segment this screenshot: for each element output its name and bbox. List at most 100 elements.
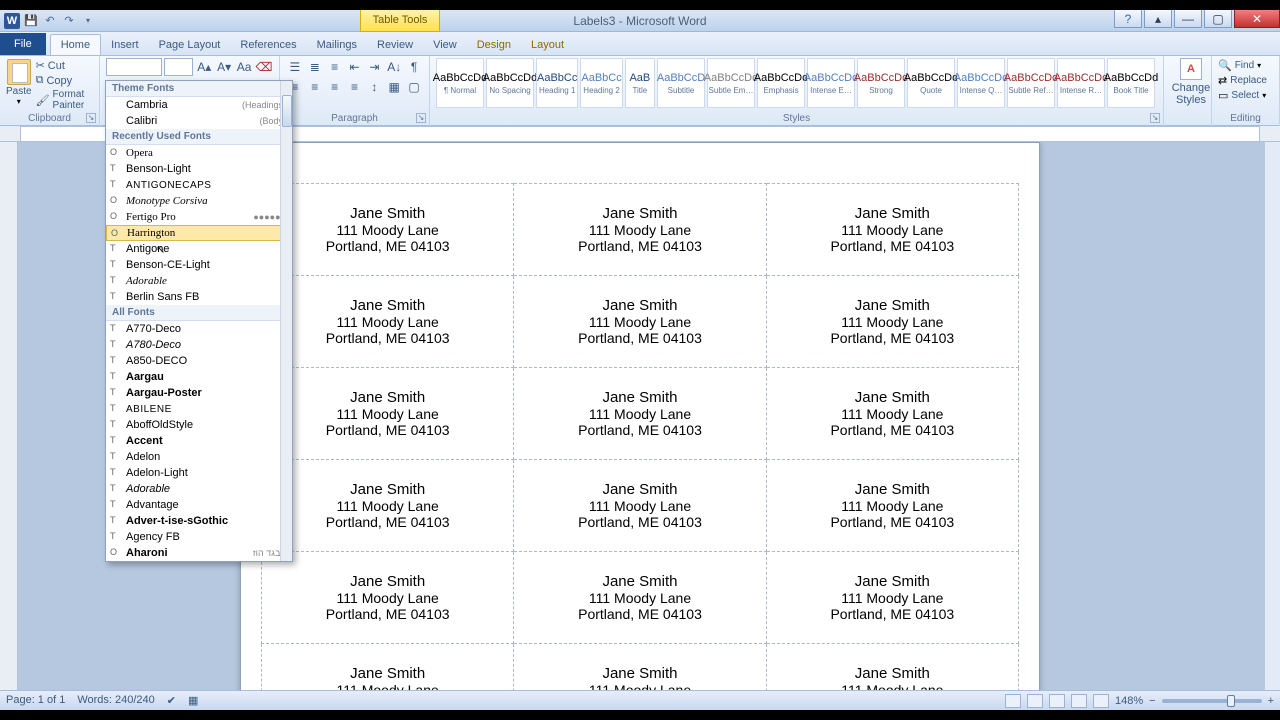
font-item-benson-light[interactable]: TBenson-Light [106, 161, 292, 177]
paste-button[interactable]: Paste ▾ [6, 58, 32, 106]
increase-indent-button[interactable]: ⇥ [365, 58, 383, 76]
bullets-button[interactable]: ☰ [286, 58, 304, 76]
font-item-berlin-sans-fb[interactable]: TBerlin Sans FB [106, 289, 292, 305]
cut-button[interactable]: ✂Cut [34, 58, 93, 73]
tab-design[interactable]: Design [467, 35, 521, 55]
font-dropdown-panel[interactable]: Theme Fonts Cambria(Headings)Calibri(Bod… [105, 80, 293, 562]
font-item-adver-t-ise-sgothic[interactable]: TAdver-t-ise-sGothic [106, 513, 292, 529]
borders-button[interactable]: ▢ [405, 78, 423, 96]
vertical-ruler[interactable] [0, 142, 18, 690]
label-cell[interactable]: Jane Smith111 Moody LanePortland, ME 041… [514, 552, 766, 644]
font-item-adelon-light[interactable]: TAdelon-Light [106, 465, 292, 481]
font-item-benson-ce-light[interactable]: TBenson-CE-Light [106, 257, 292, 273]
tab-review[interactable]: Review [367, 35, 423, 55]
label-cell[interactable]: Jane Smith111 Moody LanePortland, ME 041… [766, 368, 1018, 460]
font-item-aharoni[interactable]: OAharoniאבגד הוז [106, 545, 292, 561]
font-item-a850-deco[interactable]: TA850-DECO [106, 353, 292, 369]
tab-page-layout[interactable]: Page Layout [149, 35, 231, 55]
label-cell[interactable]: Jane Smith111 Moody LanePortland, ME 041… [262, 276, 514, 368]
font-item-adelon[interactable]: TAdelon [106, 449, 292, 465]
font-item-aboffoldstyle[interactable]: TAboffOldStyle [106, 417, 292, 433]
font-item-fertigo-pro[interactable]: OFertigo Pro●●●●●● [106, 209, 292, 225]
font-item-agency-fb[interactable]: TAgency FB [106, 529, 292, 545]
label-cell[interactable]: Jane Smith111 Moody LanePortland, ME 041… [514, 368, 766, 460]
select-button[interactable]: ▭Select▾ [1218, 88, 1273, 103]
replace-button[interactable]: ⇄Replace [1218, 73, 1273, 88]
font-item-accent[interactable]: TAccent [106, 433, 292, 449]
font-item-harrington[interactable]: OHarrington [106, 225, 292, 241]
style-subtle-em-[interactable]: AaBbCcDdSubtle Em… [707, 58, 755, 108]
outline-view[interactable] [1071, 694, 1087, 708]
styles-gallery[interactable]: AaBbCcDd¶ NormalAaBbCcDdNo SpacingAaBbCc… [430, 56, 1164, 126]
style-intense-q-[interactable]: AaBbCcDdIntense Q… [957, 58, 1005, 108]
font-item-aargau[interactable]: TAargau [106, 369, 292, 385]
font-item-abilene[interactable]: TABILENE [106, 401, 292, 417]
tab-references[interactable]: References [230, 35, 306, 55]
multilevel-button[interactable]: ≡ [326, 58, 344, 76]
shading-button[interactable]: ▦ [385, 78, 403, 96]
style-intense-r-[interactable]: AaBbCcDdIntense R… [1057, 58, 1105, 108]
justify-button[interactable]: ≡ [346, 78, 364, 96]
change-case-button[interactable]: Aa [235, 58, 253, 76]
font-item-aargau-poster[interactable]: TAargau-Poster [106, 385, 292, 401]
align-right-button[interactable]: ≡ [326, 78, 344, 96]
label-cell[interactable]: Jane Smith111 Moody LanePortland, ME 041… [766, 460, 1018, 552]
font-item-a780-deco[interactable]: TA780-Deco [106, 337, 292, 353]
label-cell[interactable]: Jane Smith111 Moody LanePortland, ME 041… [262, 460, 514, 552]
zoom-out-button[interactable]: − [1149, 695, 1155, 707]
spellcheck-icon[interactable]: ✔ [167, 694, 176, 707]
label-cell[interactable]: Jane Smith111 Moody LanePortland, ME 041… [262, 368, 514, 460]
font-name-input[interactable] [106, 58, 162, 76]
macros-icon[interactable]: ▦ [188, 694, 198, 707]
style-emphasis[interactable]: AaBbCcDdEmphasis [757, 58, 805, 108]
style-no-spacing[interactable]: AaBbCcDdNo Spacing [486, 58, 534, 108]
vertical-scrollbar[interactable] [1264, 142, 1280, 690]
label-cell[interactable]: Jane Smith111 Moody LanePortland, ME 041… [514, 644, 766, 691]
document-page[interactable]: Jane Smith111 Moody LanePortland, ME 041… [240, 142, 1040, 690]
font-item-monotype-corsiva[interactable]: OMonotype Corsiva [106, 193, 292, 209]
print-layout-view[interactable] [1005, 694, 1021, 708]
copy-button[interactable]: ⧉Copy [34, 73, 93, 88]
label-cell[interactable]: Jane Smith111 Moody LanePortland, ME 041… [766, 184, 1018, 276]
style-quote[interactable]: AaBbCcDdQuote [907, 58, 955, 108]
change-styles-button[interactable]: A Change Styles [1170, 58, 1212, 106]
zoom-level[interactable]: 148% [1115, 695, 1143, 707]
style--normal[interactable]: AaBbCcDd¶ Normal [436, 58, 484, 108]
align-center-button[interactable]: ≡ [306, 78, 324, 96]
label-cell[interactable]: Jane Smith111 Moody LanePortland, ME 041… [262, 644, 514, 691]
zoom-slider[interactable] [1162, 699, 1262, 703]
save-icon[interactable]: 💾 [23, 13, 39, 29]
style-intense-e-[interactable]: AaBbCcDdIntense E… [807, 58, 855, 108]
tab-insert[interactable]: Insert [101, 35, 149, 55]
tab-view[interactable]: View [423, 35, 467, 55]
page-status[interactable]: Page: 1 of 1 [6, 694, 65, 707]
draft-view[interactable] [1093, 694, 1109, 708]
style-heading-1[interactable]: AaBbCcHeading 1 [536, 58, 578, 108]
style-strong[interactable]: AaBbCcDdStrong [857, 58, 905, 108]
style-heading-2[interactable]: AaBbCcHeading 2 [580, 58, 622, 108]
label-cell[interactable]: Jane Smith111 Moody LanePortland, ME 041… [514, 276, 766, 368]
font-item-calibri[interactable]: Calibri(Body) [106, 113, 292, 129]
font-item-antigonecaps[interactable]: TANTIGONECAPS [106, 177, 292, 193]
clear-formatting-button[interactable]: ⌫ [255, 58, 273, 76]
label-cell[interactable]: Jane Smith111 Moody LanePortland, ME 041… [262, 552, 514, 644]
tab-mailings[interactable]: Mailings [307, 35, 367, 55]
numbering-button[interactable]: ≣ [306, 58, 324, 76]
styles-dialog-launcher[interactable]: ↘ [1150, 113, 1160, 123]
label-cell[interactable]: Jane Smith111 Moody LanePortland, ME 041… [514, 460, 766, 552]
qat-more-icon[interactable]: ▾ [80, 13, 96, 29]
web-layout-view[interactable] [1049, 694, 1065, 708]
style-title[interactable]: AaBTitle [625, 58, 655, 108]
minimize-button[interactable]: — [1174, 10, 1202, 28]
close-button[interactable]: ✕ [1234, 10, 1280, 28]
label-cell[interactable]: Jane Smith111 Moody LanePortland, ME 041… [766, 644, 1018, 691]
font-item-a770-deco[interactable]: TA770-Deco [106, 321, 292, 337]
shrink-font-button[interactable]: A▾ [215, 58, 233, 76]
help-icon[interactable]: ? [1114, 10, 1142, 28]
redo-icon[interactable]: ↷ [61, 13, 77, 29]
tab-home[interactable]: Home [50, 34, 101, 55]
decrease-indent-button[interactable]: ⇤ [346, 58, 364, 76]
font-item-antigone[interactable]: TAntigone↖ [106, 241, 292, 257]
style-subtle-ref-[interactable]: AaBbCcDdSubtle Ref… [1007, 58, 1055, 108]
line-spacing-button[interactable]: ↕ [365, 78, 383, 96]
